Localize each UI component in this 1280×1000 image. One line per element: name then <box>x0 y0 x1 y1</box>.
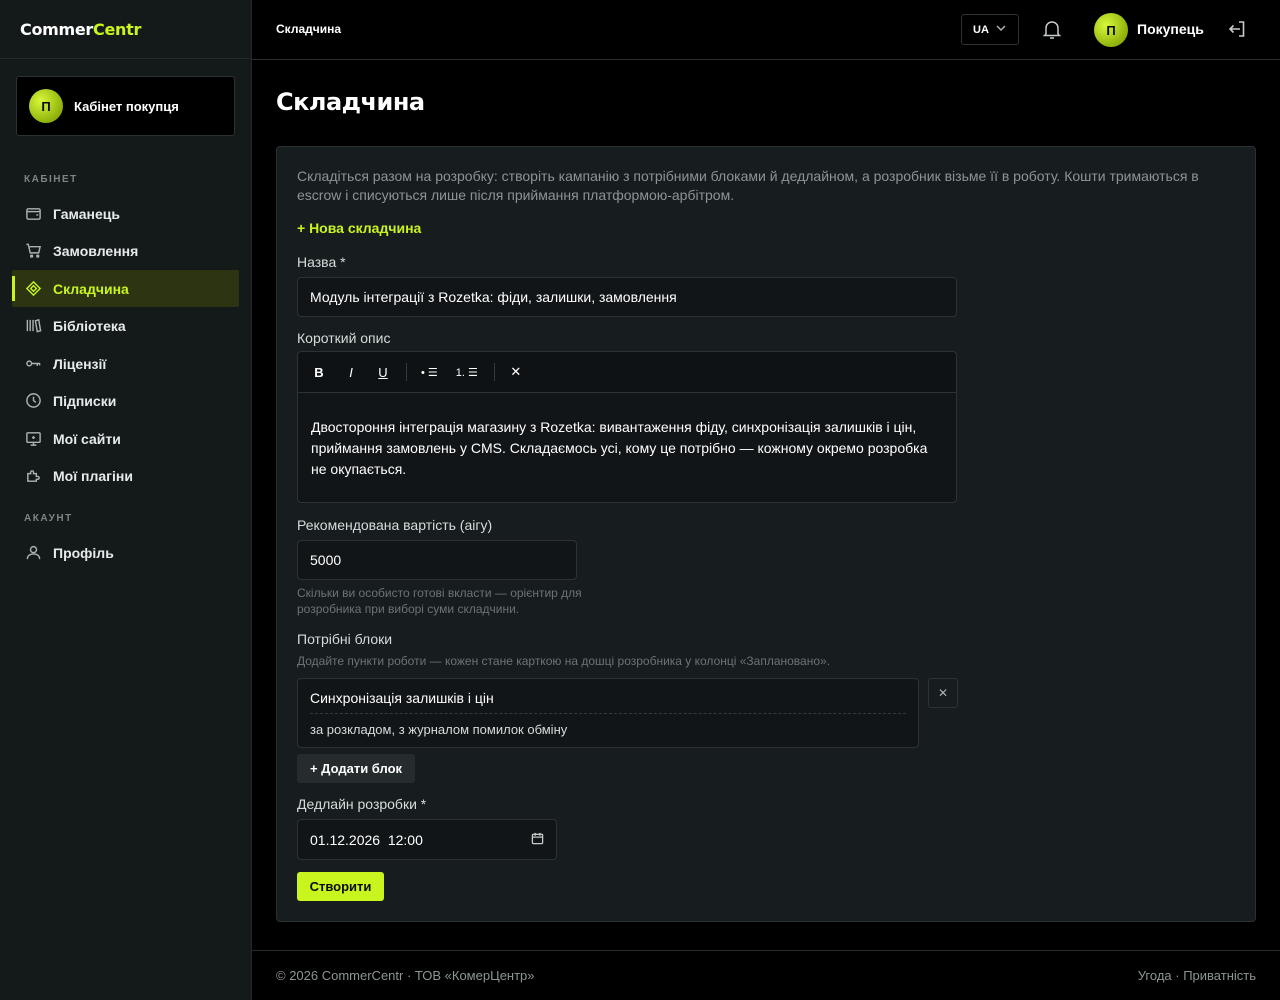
sidebar-item-library[interactable]: Бібліотека <box>12 307 239 344</box>
underline-button[interactable]: U <box>370 359 396 385</box>
breadcrumb: Складчина <box>276 22 341 36</box>
close-icon: ✕ <box>937 686 949 700</box>
bold-button[interactable]: B <box>306 359 332 385</box>
blocks-label: Потрібні блоки <box>297 631 393 647</box>
cart-icon <box>24 242 42 260</box>
topbar: Складчина UA П Покупець <box>252 0 1280 60</box>
language-switcher[interactable]: UA <box>961 14 1019 45</box>
deadline-input[interactable]: 01.12.2026 12:00 <box>297 819 557 860</box>
name-input[interactable]: Модуль інтеграції з Rozetka: фіди, залиш… <box>297 277 957 317</box>
toolbar-divider <box>493 363 495 381</box>
sidebar-item-label: Складчина <box>53 280 129 297</box>
footer-divider <box>252 950 1280 951</box>
price-input[interactable]: 5000 <box>297 540 577 580</box>
footer-separator: · <box>1171 968 1184 983</box>
sidebar-item-label: Бібліотека <box>53 317 126 334</box>
numbered-list-button[interactable]: 1. ☰ <box>450 359 484 385</box>
sidebar-item-profile[interactable]: Профіль <box>12 534 239 571</box>
block-title-input[interactable]: Синхронізація залишків і цін <box>310 690 494 706</box>
clock-icon <box>24 392 42 410</box>
brand-logo[interactable]: Commer Centr <box>0 0 251 59</box>
sidebar-item-label: Мої плагіни <box>53 467 133 484</box>
description-content[interactable]: Двостороння інтеграція магазину з Rozetk… <box>298 393 956 480</box>
brand-part-2: Centr <box>93 19 142 39</box>
description-label: Короткий опис <box>297 330 391 346</box>
sidebar-item-label: Підписки <box>53 392 117 409</box>
user-name[interactable]: Покупець <box>1137 21 1204 37</box>
notifications-button[interactable] <box>1040 17 1064 43</box>
nav-section-account: АКАУНТ <box>24 513 73 524</box>
intro-text: Складіться разом на розробку: створіть к… <box>297 168 1199 203</box>
chevron-down-icon <box>995 22 1007 37</box>
language-label: UA <box>973 23 989 36</box>
user-icon <box>24 544 42 562</box>
diamond-icon <box>24 280 42 298</box>
deadline-value: 01.12.2026 12:00 <box>310 831 423 848</box>
price-label: Рекомендована вартість (aiгу) <box>297 517 493 533</box>
sidebar-item-label: Гаманець <box>53 205 120 222</box>
cabinet-switcher[interactable]: П Кабінет покупця <box>16 76 235 136</box>
library-icon <box>24 317 42 335</box>
privacy-link[interactable]: Приватність <box>1183 968 1256 983</box>
avatar: П <box>29 89 63 123</box>
sidebar-item-label: Замовлення <box>53 242 139 259</box>
sidebar-item-orders[interactable]: Замовлення <box>12 232 239 269</box>
page-title: Складчина <box>276 88 425 116</box>
brand-part-1: Commer <box>20 19 94 39</box>
blocks-hint: Додайте пункти роботи — кожен стане карт… <box>297 654 831 668</box>
footer-copyright: © 2026 CommerCentr · ТОВ «КомерЦентр» <box>276 968 535 983</box>
create-button[interactable]: Створити <box>297 872 384 901</box>
clear-format-button[interactable]: ✕ <box>503 359 529 385</box>
terms-link[interactable]: Угода <box>1138 968 1172 983</box>
description-editor: B I U • ☰ 1. ☰ ✕ Двостороння інтеграція … <box>297 351 957 503</box>
name-label: Назва * <box>297 254 346 270</box>
deadline-label: Дедлайн розробки * <box>297 796 427 812</box>
block-card: Синхронізація залишків і цін за розкладо… <box>297 678 919 748</box>
monitor-icon <box>24 430 42 448</box>
wallet-icon <box>24 205 42 223</box>
sidebar: Commer Centr П Кабінет покупця КАБІНЕТ Га… <box>0 0 252 1000</box>
key-icon <box>24 355 42 373</box>
sidebar-item-label: Профіль <box>53 544 114 561</box>
sidebar-item-label: Ліцензії <box>53 355 107 372</box>
block-divider <box>310 713 906 714</box>
nav-section-cabinet: КАБІНЕТ <box>24 174 78 185</box>
sidebar-item-wallet[interactable]: Гаманець <box>12 195 239 232</box>
skladchyna-panel: Складіться разом на розробку: створіть к… <box>276 146 1256 922</box>
logout-icon <box>1227 21 1247 42</box>
add-block-button[interactable]: + Додати блок <box>297 754 415 783</box>
block-desc-input[interactable]: за розкладом, з журналом помилок обміну <box>310 722 567 737</box>
bullet-list-button[interactable]: • ☰ <box>415 359 444 385</box>
cabinet-label: Кабінет покупця <box>74 98 179 114</box>
sidebar-item-my-sites[interactable]: Мої сайти <box>12 420 239 457</box>
logout-button[interactable] <box>1227 19 1249 41</box>
sidebar-item-skladchyna[interactable]: Складчина <box>12 270 239 307</box>
user-menu[interactable]: П <box>1094 13 1128 47</box>
sidebar-item-label: Мої сайти <box>53 430 121 447</box>
new-skladchyna-link[interactable]: + Нова складчина <box>297 220 421 236</box>
sidebar-item-subscriptions[interactable]: Підписки <box>12 382 239 419</box>
sidebar-item-my-plugins[interactable]: Мої плагіни <box>12 457 239 494</box>
remove-block-button[interactable]: ✕ <box>928 678 958 708</box>
italic-button[interactable]: I <box>338 359 364 385</box>
toolbar-divider <box>406 363 407 381</box>
calendar-icon[interactable] <box>531 832 544 848</box>
editor-toolbar: B I U • ☰ 1. ☰ ✕ <box>298 352 956 393</box>
footer-links: Угода · Приватність <box>1138 968 1256 983</box>
sidebar-item-licenses[interactable]: Ліцензії <box>12 345 239 382</box>
price-hint: Скільки ви особисто готові вкласти — орі… <box>297 586 582 616</box>
avatar: П <box>1094 13 1128 47</box>
bell-icon <box>1040 21 1064 44</box>
puzzle-icon <box>24 467 42 485</box>
